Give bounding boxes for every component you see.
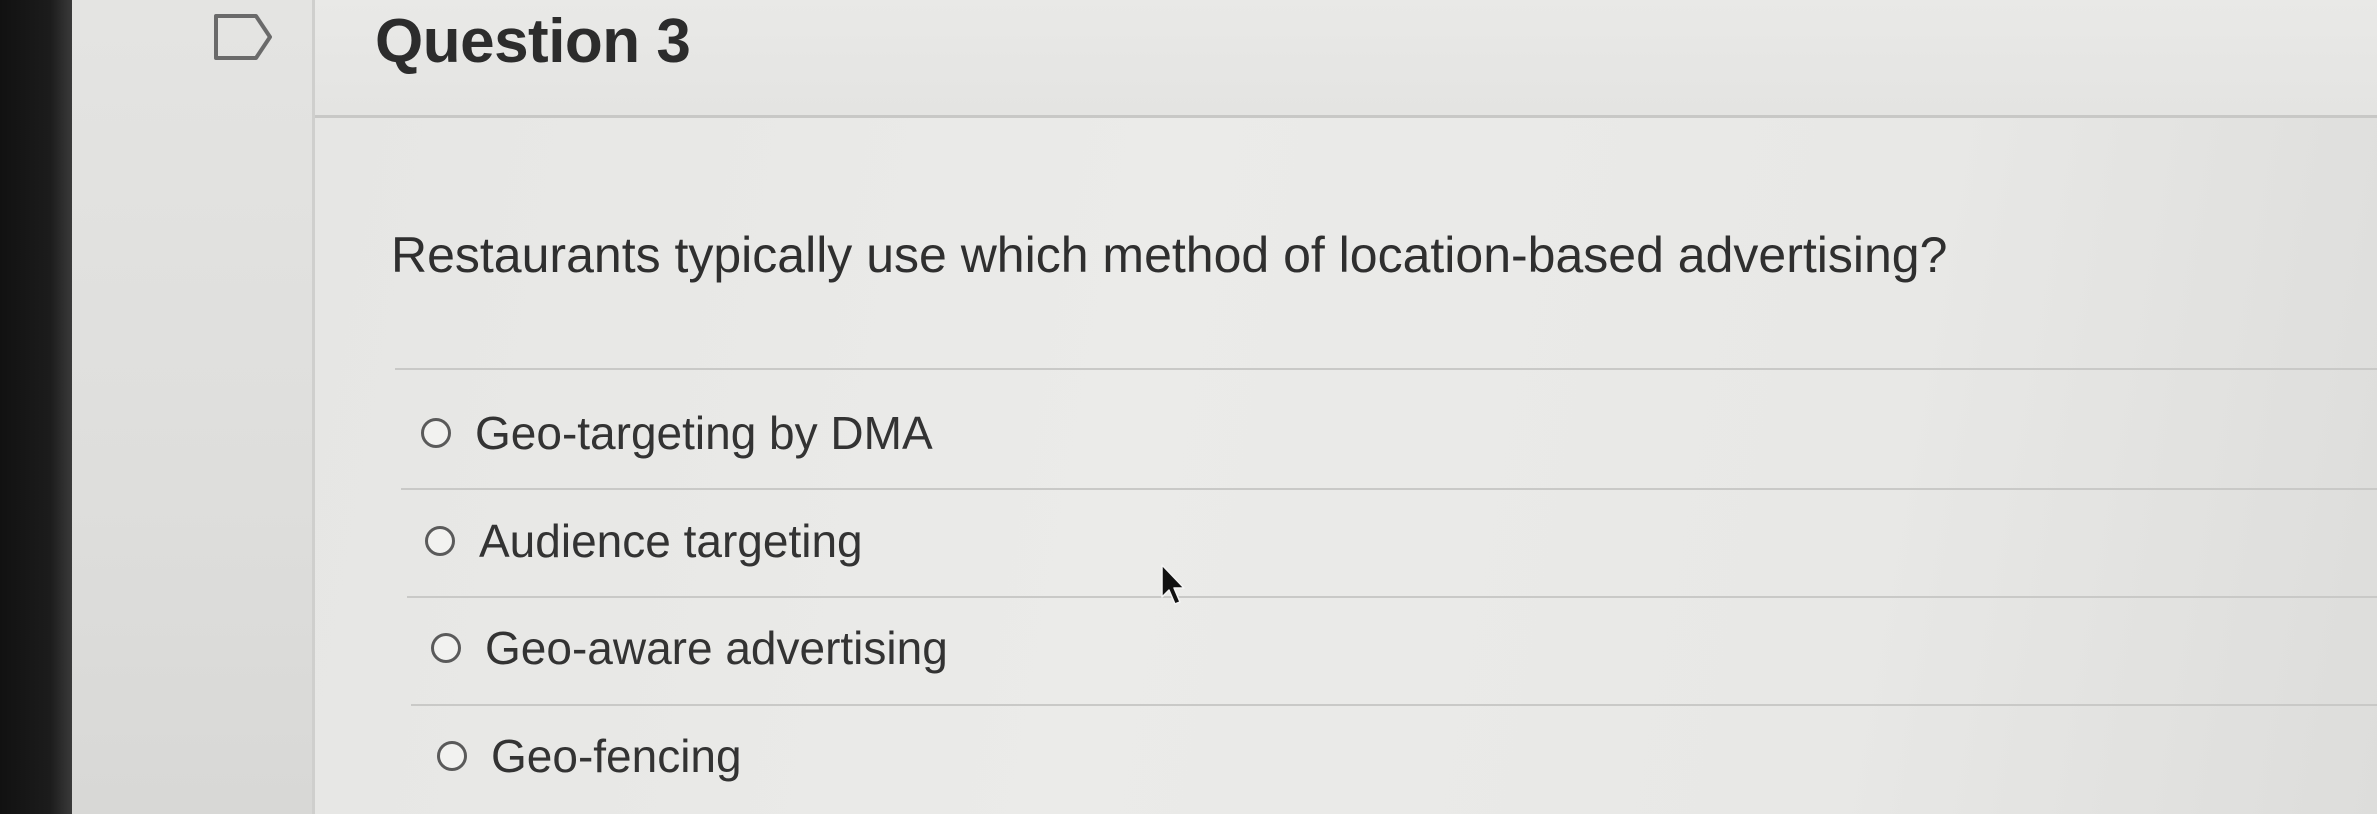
question-panel: Question 3 Restaurants typically use whi… <box>312 0 2377 814</box>
divider <box>401 488 2377 490</box>
question-text: Restaurants typically use which method o… <box>391 227 1948 283</box>
flag-outline-icon[interactable] <box>212 12 276 62</box>
answer-option-4[interactable]: Geo-fencing <box>437 729 742 783</box>
answer-option-label: Audience targeting <box>479 515 863 567</box>
divider <box>411 704 2377 706</box>
question-gutter <box>72 0 312 814</box>
question-header: Question 3 <box>315 0 2377 118</box>
screen-bezel <box>0 0 72 814</box>
radio-button-unselected-icon[interactable] <box>437 741 467 771</box>
question-title: Question 3 <box>375 7 691 76</box>
divider <box>407 596 2377 598</box>
divider <box>395 368 2377 370</box>
mouse-pointer-icon <box>1161 564 1185 605</box>
answer-option-1[interactable]: Geo-targeting by DMA <box>421 406 933 460</box>
radio-button-unselected-icon[interactable] <box>431 633 461 663</box>
answer-option-label: Geo-targeting by DMA <box>475 407 933 459</box>
radio-button-unselected-icon[interactable] <box>421 418 451 448</box>
answer-option-3[interactable]: Geo-aware advertising <box>431 621 948 675</box>
answer-option-2[interactable]: Audience targeting <box>425 514 863 568</box>
answer-option-label: Geo-aware advertising <box>485 622 948 674</box>
radio-button-unselected-icon[interactable] <box>425 526 455 556</box>
answer-option-label: Geo-fencing <box>491 730 742 782</box>
